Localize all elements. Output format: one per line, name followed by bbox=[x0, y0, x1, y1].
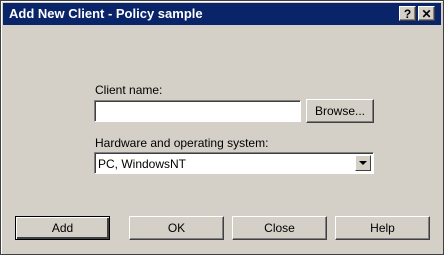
hardware-os-selected-value: PC, WindowsNT bbox=[98, 157, 187, 171]
browse-button[interactable]: Browse... bbox=[306, 99, 374, 123]
title-bar: Add New Client - Policy sample ? ✕ bbox=[3, 3, 441, 25]
client-name-label: Client name: bbox=[95, 83, 163, 97]
add-button[interactable]: Add bbox=[15, 216, 110, 240]
help-title-button[interactable]: ? bbox=[399, 6, 416, 21]
help-button[interactable]: Help bbox=[335, 216, 430, 240]
window-title: Add New Client - Policy sample bbox=[9, 6, 203, 21]
add-new-client-dialog: Add New Client - Policy sample ? ✕ Clien… bbox=[0, 0, 444, 255]
close-title-button[interactable]: ✕ bbox=[418, 6, 435, 21]
chevron-down-icon bbox=[359, 161, 367, 165]
dropdown-button[interactable] bbox=[355, 155, 371, 171]
ok-button[interactable]: OK bbox=[129, 216, 224, 240]
hardware-os-label: Hardware and operating system: bbox=[95, 136, 269, 150]
client-name-input[interactable] bbox=[94, 100, 301, 122]
close-button[interactable]: Close bbox=[232, 216, 327, 240]
hardware-os-select[interactable]: PC, WindowsNT bbox=[94, 152, 374, 174]
